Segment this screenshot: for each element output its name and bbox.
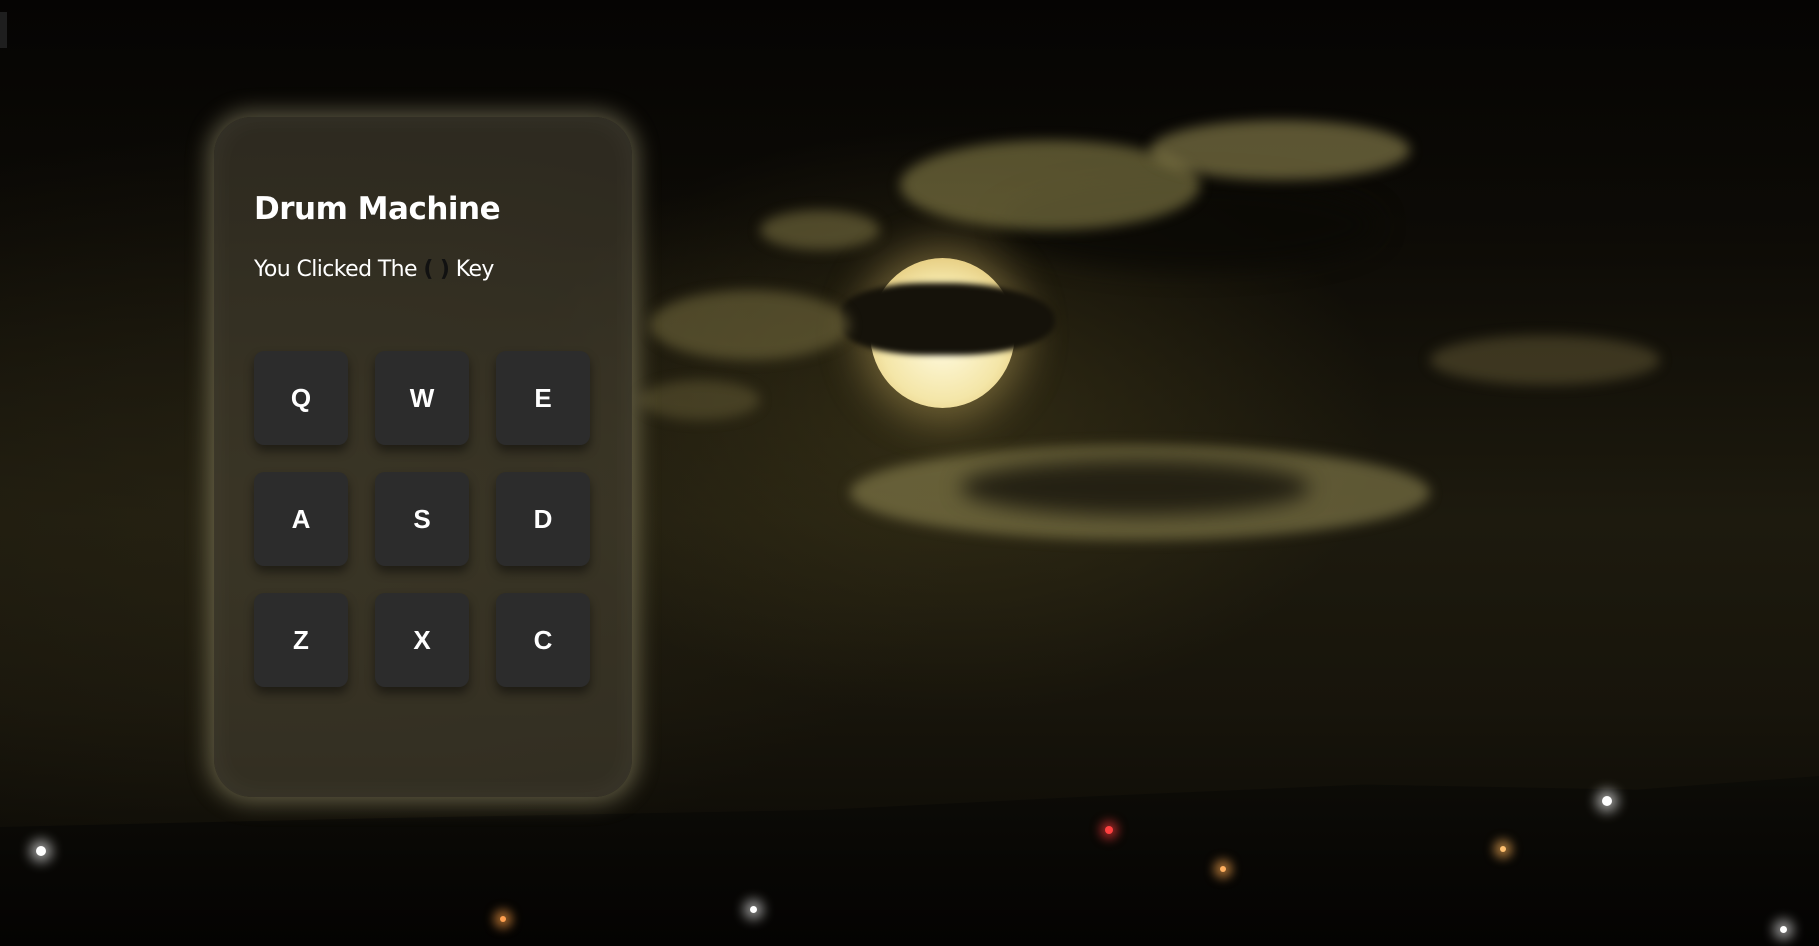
clicked-key-indicator: ( )	[423, 257, 450, 282]
drum-pad-s[interactable]: S	[375, 472, 469, 566]
light-flare-icon	[1780, 926, 1787, 933]
light-flare-icon	[500, 916, 506, 922]
drum-pad-d[interactable]: D	[496, 472, 590, 566]
corner-mark	[0, 12, 7, 48]
drum-pad-c[interactable]: C	[496, 593, 590, 687]
cloud	[640, 380, 760, 420]
drum-pad-x[interactable]: X	[375, 593, 469, 687]
cloud	[760, 210, 880, 250]
drum-pad-e[interactable]: E	[496, 351, 590, 445]
light-flare-icon	[1500, 846, 1506, 852]
drum-pad-q[interactable]: Q	[254, 351, 348, 445]
light-flare-icon	[1220, 866, 1226, 872]
cloud	[1150, 120, 1410, 180]
cloud-band	[840, 283, 1055, 355]
page-title: Drum Machine	[254, 191, 501, 227]
drum-machine-panel: Drum Machine You Clicked The ( ) Key Q W…	[214, 117, 632, 797]
light-flare-icon	[1602, 796, 1612, 806]
light-flare-icon	[1105, 826, 1113, 834]
city-lights	[0, 776, 1819, 946]
light-flare-icon	[36, 846, 46, 856]
status-prefix: You Clicked The	[254, 257, 418, 282]
cloud	[650, 290, 850, 360]
drum-pad-a[interactable]: A	[254, 472, 348, 566]
drum-pad-z[interactable]: Z	[254, 593, 348, 687]
status-text: You Clicked The ( ) Key	[254, 257, 494, 282]
drum-pad-w[interactable]: W	[375, 351, 469, 445]
status-suffix: Key	[455, 257, 495, 282]
cloud	[1430, 335, 1660, 385]
light-flare-icon	[750, 906, 757, 913]
drum-pad-grid: Q W E A S D Z X C	[254, 351, 590, 687]
cloud-shadow	[960, 460, 1310, 515]
